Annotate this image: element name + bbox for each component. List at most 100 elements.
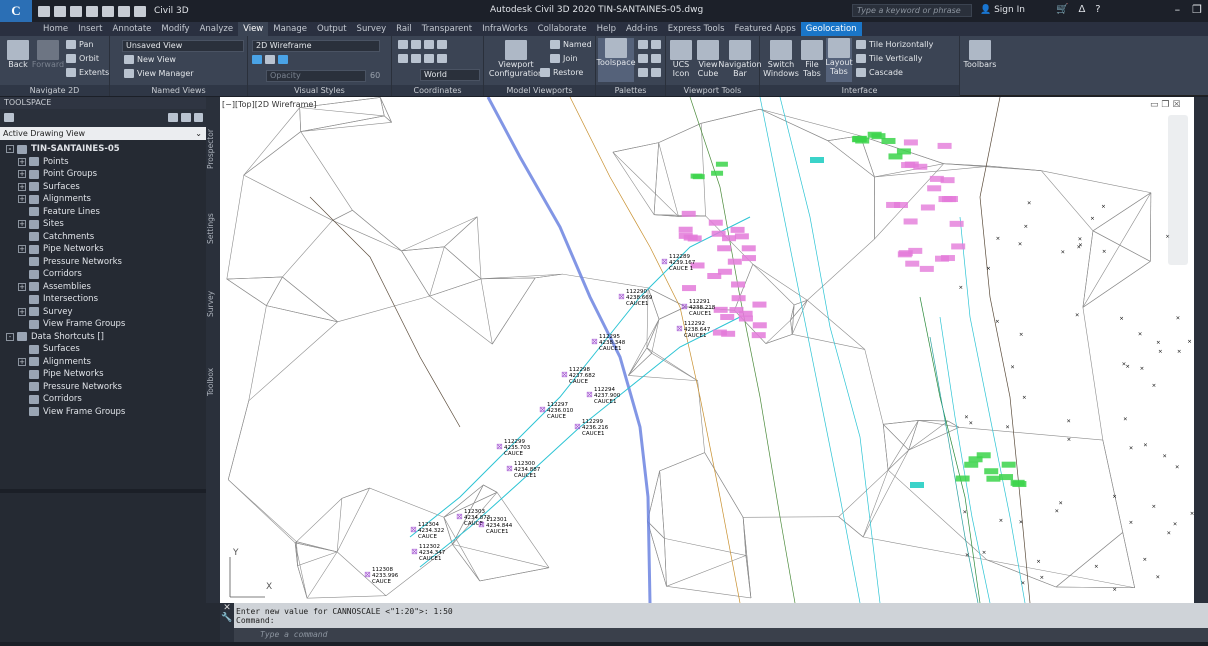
- app-logo-icon[interactable]: C: [0, 0, 32, 22]
- forward-button[interactable]: Forward: [32, 40, 64, 69]
- tree-item[interactable]: Corridors: [0, 393, 206, 406]
- expand-toggle-icon[interactable]: +: [18, 282, 26, 291]
- save-icon[interactable]: [70, 5, 82, 17]
- navigation-bar[interactable]: [1168, 115, 1188, 265]
- cascade-button[interactable]: Cascade: [856, 68, 903, 77]
- survey-point[interactable]: ⊠ 1122894239.167CAUCE 1: [661, 254, 696, 272]
- command-input[interactable]: Type a command: [234, 628, 1208, 642]
- toolspace-item-view-icon[interactable]: [168, 113, 178, 122]
- markup-icon[interactable]: [651, 68, 661, 77]
- tree-item[interactable]: + Points: [0, 156, 206, 169]
- tab-view[interactable]: View: [238, 22, 269, 36]
- help-icon[interactable]: ?: [1095, 4, 1100, 15]
- back-button[interactable]: Back: [4, 40, 32, 69]
- command-customize-icon[interactable]: 🔧: [220, 613, 234, 623]
- open-icon[interactable]: [54, 5, 66, 17]
- expand-toggle-icon[interactable]: +: [18, 307, 26, 316]
- expand-toggle-icon[interactable]: +: [18, 245, 26, 254]
- expand-toggle-icon[interactable]: +: [18, 157, 26, 166]
- expand-toggle-icon[interactable]: -: [6, 332, 14, 341]
- expand-toggle-icon[interactable]: +: [18, 182, 26, 191]
- survey-point[interactable]: ⊠ 1122954238.348CAUCE1: [591, 334, 626, 352]
- tab-transparent[interactable]: Transparent: [417, 22, 477, 36]
- viewport-controls-label[interactable]: [−][Top][2D Wireframe]: [222, 100, 316, 109]
- tree-item[interactable]: + Pipe Networks: [0, 243, 206, 256]
- tab-settings[interactable]: Settings: [206, 212, 220, 246]
- save-as-icon[interactable]: [86, 5, 98, 17]
- ucs-world-dropdown[interactable]: World: [420, 69, 480, 81]
- survey-point[interactable]: ⊠ 1122924238.647CAUCE1: [676, 321, 711, 339]
- command-close-icon[interactable]: ✕: [220, 603, 234, 613]
- layer-properties-icon[interactable]: [638, 68, 648, 77]
- survey-point[interactable]: ⊠ 1123024234.347CAUCE1: [411, 544, 446, 562]
- tab-toolbox[interactable]: Toolbox: [206, 365, 220, 399]
- expand-toggle-icon[interactable]: +: [18, 170, 26, 179]
- tree-item[interactable]: + Alignments: [0, 356, 206, 369]
- survey-point[interactable]: ⊠ 1122914238.218CAUCE1: [681, 299, 716, 317]
- tab-infraworks[interactable]: InfraWorks: [477, 22, 533, 36]
- survey-point[interactable]: ⊠ 1122944237.900CAUCE1: [586, 387, 621, 405]
- tab-prospector[interactable]: Prospector: [206, 129, 220, 169]
- tab-help[interactable]: Help: [592, 22, 621, 36]
- ucs-origin-icon[interactable]: [411, 40, 421, 49]
- cart-icon[interactable]: 🛒: [1056, 4, 1068, 15]
- toolspace-button[interactable]: Toolspace: [597, 38, 636, 82]
- tree-item[interactable]: Pipe Networks: [0, 368, 206, 381]
- ucs-x-icon[interactable]: [424, 40, 434, 49]
- extents-button[interactable]: Extents: [66, 68, 109, 77]
- ucs-object-icon[interactable]: [424, 54, 434, 63]
- tree-item[interactable]: + Assemblies: [0, 281, 206, 294]
- undo-icon[interactable]: [118, 5, 130, 17]
- restore-icon[interactable]: ❐: [1192, 3, 1202, 16]
- ucs-icon[interactable]: [398, 40, 408, 49]
- navigation-bar-button[interactable]: Navigation Bar: [718, 40, 762, 78]
- tab-insert[interactable]: Insert: [73, 22, 107, 36]
- visual-style-dropdown[interactable]: 2D Wireframe: [252, 40, 380, 52]
- new-view-button[interactable]: New View: [124, 55, 176, 64]
- tab-express-tools[interactable]: Express Tools: [663, 22, 730, 36]
- file-tabs-button[interactable]: File Tabs: [800, 40, 824, 78]
- survey-point[interactable]: ⊠ 1123084233.996CAUCE: [364, 567, 399, 585]
- survey-point[interactable]: ⊠ 1123014234.844CAUCE1: [478, 517, 513, 535]
- survey-point[interactable]: ⊠ 1122984237.682CAUCE: [561, 367, 595, 385]
- properties-icon[interactable]: [638, 40, 648, 49]
- tab-analyze[interactable]: Analyze: [195, 22, 239, 36]
- tree-item[interactable]: Pressure Networks: [0, 381, 206, 394]
- tree-item[interactable]: + Surfaces: [0, 181, 206, 194]
- restore-button[interactable]: Restore: [540, 68, 583, 77]
- tile-vertically-button[interactable]: Tile Vertically: [856, 54, 922, 63]
- prospector-options-icon[interactable]: [4, 113, 14, 122]
- named-view-dropdown[interactable]: Unsaved View: [122, 40, 244, 52]
- tree-item[interactable]: Corridors: [0, 268, 206, 281]
- tree-item[interactable]: Pressure Networks: [0, 256, 206, 269]
- ucs-y-icon[interactable]: [437, 40, 447, 49]
- tab-output[interactable]: Output: [312, 22, 352, 36]
- lighting-icon[interactable]: [278, 55, 288, 64]
- survey-point[interactable]: ⊠ 1122974236.010CAUCE: [539, 402, 574, 420]
- ucs-view-icon[interactable]: [411, 54, 421, 63]
- opacity-field[interactable]: Opacity: [266, 70, 366, 82]
- tab-manage[interactable]: Manage: [268, 22, 312, 36]
- viewport-minimize-icon[interactable]: ▭: [1150, 100, 1159, 110]
- survey-point[interactable]: ⊠ 1123004234.887CAUCE1: [506, 461, 541, 479]
- survey-point[interactable]: ⊠ 1122904238.669CAUCE1: [618, 289, 653, 307]
- tab-survey[interactable]: Survey: [352, 22, 392, 36]
- layout-tabs-button[interactable]: Layout Tabs: [825, 38, 853, 82]
- tree-item[interactable]: Intersections: [0, 293, 206, 306]
- tab-geolocation[interactable]: Geolocation: [800, 22, 862, 36]
- ucs-icon-button[interactable]: UCS Icon: [668, 40, 694, 78]
- tree-item[interactable]: - TIN-SANTAINES-05: [0, 143, 206, 156]
- tool-palettes-icon[interactable]: [651, 40, 661, 49]
- plot-icon[interactable]: [102, 5, 114, 17]
- tree-item[interactable]: View Frame Groups: [0, 406, 206, 419]
- tree-item[interactable]: Surfaces: [0, 343, 206, 356]
- tab-annotate[interactable]: Annotate: [108, 22, 157, 36]
- sign-in-button[interactable]: 👤 Sign In: [980, 5, 1025, 15]
- switch-windows-button[interactable]: Switch Windows: [763, 40, 799, 78]
- tab-modify[interactable]: Modify: [156, 22, 194, 36]
- toolspace-list-view-icon[interactable]: [181, 113, 191, 122]
- viewport-restore-icon[interactable]: ❐: [1161, 100, 1169, 110]
- ucs-z-icon[interactable]: [398, 54, 408, 63]
- edge-effects-icon[interactable]: [252, 55, 262, 64]
- drawing-viewport[interactable]: ⊠ 112289 4239.167 CAUCE 1 ⊠ 112290 4238.669 CAU…: [220, 97, 1194, 603]
